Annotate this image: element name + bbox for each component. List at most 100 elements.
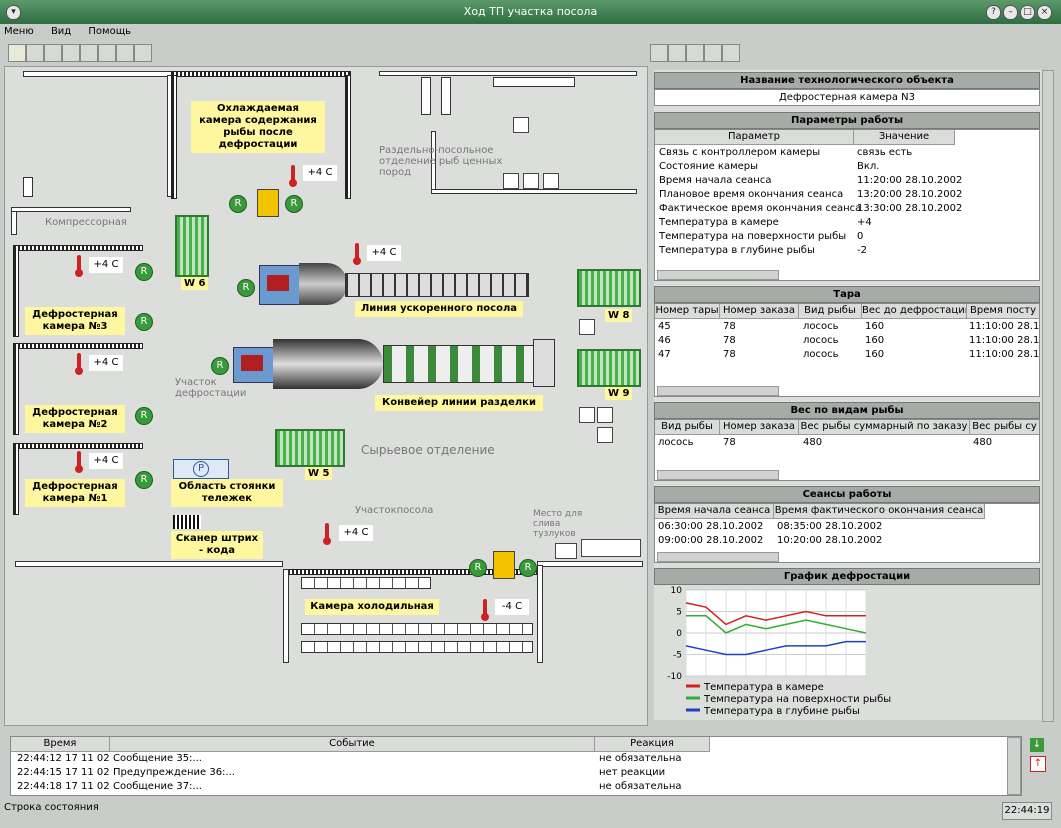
shelf: [493, 77, 575, 87]
weight-col[interactable]: Вид рыбы: [655, 420, 720, 435]
events-col-time[interactable]: Время: [11, 737, 110, 752]
room-label-defrost2[interactable]: Дефростерная камера №2: [25, 405, 125, 433]
menu-view[interactable]: Вид: [51, 26, 71, 37]
menu-main[interactable]: Меню: [4, 26, 34, 37]
toolbar-button-4[interactable]: [62, 44, 80, 62]
scale-w6[interactable]: [175, 215, 209, 277]
maximize-icon[interactable]: □: [1020, 5, 1035, 20]
close-icon[interactable]: ×: [1037, 5, 1052, 20]
robot-icon[interactable]: R: [135, 313, 153, 331]
weight-scrollbar[interactable]: [657, 470, 779, 480]
thermometer-icon: [75, 353, 83, 375]
events-col-event[interactable]: Событие: [110, 737, 595, 752]
toolbar-right-2[interactable]: [668, 44, 686, 62]
sessions-cell: 09:00:00 28.10.2002: [658, 535, 764, 546]
toolbar-button-3[interactable]: [44, 44, 62, 62]
scale-w5[interactable]: [275, 429, 345, 467]
wall: [13, 343, 143, 349]
minimize-icon[interactable]: –: [1003, 5, 1018, 20]
weight-col[interactable]: Вес рыбы суммарный по заказу: [799, 420, 970, 435]
params-col-param[interactable]: Параметр: [655, 130, 854, 145]
robot-icon[interactable]: R: [237, 279, 255, 297]
line-label-cutting: Конвейер линии разделки: [375, 395, 543, 411]
room-label-defrost1[interactable]: Дефростерная камера №1: [25, 479, 125, 507]
sessions-cell: 08:35:00 28.10.2002: [777, 521, 883, 532]
status-bar: Строка состояния: [4, 802, 99, 813]
weight-col[interactable]: Номер заказа: [720, 420, 799, 435]
events-cell: нет реакции: [599, 767, 666, 778]
crate-icon: [597, 427, 613, 443]
toolbar-right-4[interactable]: [704, 44, 722, 62]
robot-icon[interactable]: R: [229, 195, 247, 213]
robot-icon[interactable]: R: [135, 263, 153, 281]
robot-icon[interactable]: R: [211, 357, 229, 375]
robot-icon[interactable]: R: [135, 407, 153, 425]
room-label-defrost3[interactable]: Дефростерная камера №3: [25, 307, 125, 335]
scale-w8[interactable]: [577, 269, 641, 307]
help-icon[interactable]: ?: [986, 5, 1001, 20]
weight-col[interactable]: Вес рыбы су: [970, 420, 1039, 435]
sessions-col[interactable]: Время начала сеанса: [655, 504, 774, 519]
thermometer-icon: [353, 243, 361, 265]
toolbar-button-6[interactable]: [98, 44, 116, 62]
toolbar-button-5[interactable]: [80, 44, 98, 62]
robot-icon[interactable]: R: [519, 559, 537, 577]
tara-col[interactable]: Вид рыбы: [799, 304, 862, 319]
wall: [23, 71, 173, 77]
events-col-reaction[interactable]: Реакция: [595, 737, 710, 752]
room-label-cold: Охлаждаемая камера содержания рыбы после…: [191, 101, 325, 153]
tara-cell: 11:10:00 28.10: [969, 321, 1040, 332]
toolbar-button-8[interactable]: [134, 44, 152, 62]
upload-icon[interactable]: ↑: [1030, 756, 1046, 772]
wall: [283, 569, 289, 663]
robot-icon[interactable]: R: [285, 195, 303, 213]
params-cell: Плановое время окончания сеанса: [659, 189, 844, 200]
temp-fridge: -4 С: [495, 599, 529, 615]
tara-col[interactable]: Номер тары: [655, 304, 720, 319]
toolbar-right-3[interactable]: [686, 44, 704, 62]
grid-tool-icon[interactable]: [8, 44, 26, 62]
params-scrollbar[interactable]: [657, 270, 779, 280]
tara-col[interactable]: Номер заказа: [720, 304, 799, 319]
scale-label-w5: W 5: [305, 467, 333, 480]
right-panel-scrollbar[interactable]: [1042, 70, 1054, 722]
events-scrollbar[interactable]: [1007, 737, 1021, 795]
object-value: Дефростерная камера N3: [654, 89, 1040, 106]
events-cell: Сообщение 37:...: [113, 781, 202, 792]
crate-icon: [555, 543, 577, 559]
chart-ytick-label: 5: [676, 608, 682, 618]
sessions-col[interactable]: Время фактического окончания сеанса: [774, 504, 985, 519]
crate-icon: [513, 117, 529, 133]
params-cell: связь есть: [857, 147, 913, 158]
defrost-chart: 1050-5-10 Температура в камереТемператур…: [667, 586, 891, 717]
sessions-scrollbar[interactable]: [657, 552, 779, 562]
params-cell: 0: [857, 231, 864, 242]
weight-cell: лосось: [658, 437, 694, 448]
params-col-value[interactable]: Значение: [854, 130, 955, 145]
toolbar-right-1[interactable]: [650, 44, 668, 62]
events-cell: не обязательна: [599, 753, 682, 764]
room-label-fridge[interactable]: Камера холодильная: [305, 599, 439, 615]
wall: [379, 71, 637, 76]
scale-label-w9: W 9: [605, 387, 633, 400]
toolbar-button-7[interactable]: [116, 44, 134, 62]
weight-cell: 78: [723, 437, 736, 448]
download-icon[interactable]: ↓: [1030, 738, 1044, 752]
weight-cell: 480: [973, 437, 993, 448]
wall: [537, 565, 543, 663]
crate-icon: [597, 407, 613, 423]
weight-cell: 480: [803, 437, 823, 448]
toolbar-button-2[interactable]: [26, 44, 44, 62]
toolbar-right-5[interactable]: [722, 44, 740, 62]
wall: [171, 75, 177, 199]
menu-help[interactable]: Помощь: [88, 26, 131, 37]
cart-icon[interactable]: [493, 551, 515, 579]
tara-scrollbar[interactable]: [657, 386, 779, 396]
cart-icon[interactable]: [257, 189, 279, 217]
tara-col[interactable]: Время посту: [967, 304, 1039, 319]
robot-icon[interactable]: R: [469, 559, 487, 577]
robot-icon[interactable]: R: [135, 471, 153, 489]
tara-col[interactable]: Вес до дефростации: [862, 304, 967, 319]
tara-cell: 160: [865, 349, 885, 360]
scale-w9[interactable]: [577, 349, 641, 387]
